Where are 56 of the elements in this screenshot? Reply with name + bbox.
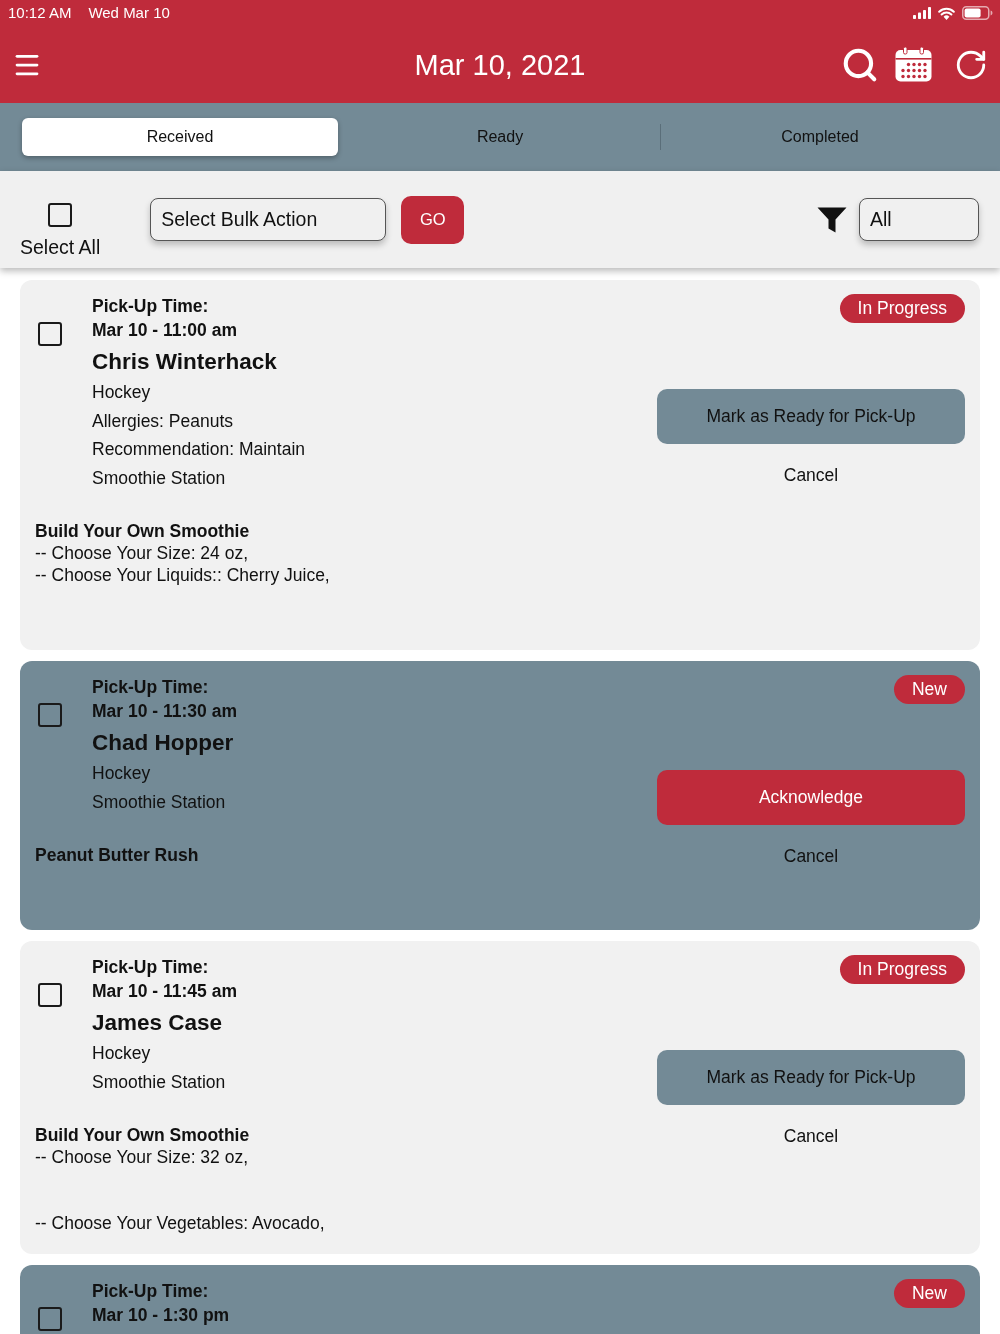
- header-title: Mar 10, 2021: [414, 47, 586, 83]
- order-checkbox[interactable]: [38, 1307, 62, 1331]
- tab[interactable]: Completed: [662, 118, 978, 156]
- item-name: Build Your Own Smoothie: [35, 520, 251, 542]
- item-option: -- Choose Your Vegetables: Avocado,: [35, 1212, 657, 1234]
- filter-select[interactable]: All: [859, 198, 979, 241]
- pickup-label: Pick-Up Time:: [92, 1280, 210, 1303]
- customer-name: Chris Winterhack: [92, 348, 278, 376]
- order-detail: Smoothie Station: [92, 1070, 227, 1094]
- customer-name: Chad Hopper: [92, 729, 235, 757]
- go-button[interactable]: GO: [401, 195, 465, 244]
- order-detail: Hockey: [92, 762, 152, 785]
- mark-ready-button[interactable]: Mark as Ready for Pick-Up: [657, 389, 965, 444]
- filter-icon[interactable]: [817, 206, 847, 233]
- pickup-time: Mar 10 - 1:30 pm: [92, 1304, 230, 1327]
- status-badge: In Progress: [839, 294, 965, 323]
- pickup-time: Mar 10 - 11:45 am: [92, 980, 237, 1003]
- calendar-icon[interactable]: [895, 47, 932, 82]
- order-detail: Hockey: [92, 1042, 152, 1065]
- item-name: Build Your Own Smoothie: [35, 1124, 251, 1146]
- status-badge: In Progress: [839, 955, 965, 984]
- tab[interactable]: Ready: [342, 118, 658, 156]
- pickup-time: Mar 10 - 11:00 am: [92, 319, 238, 342]
- pickup-time: Mar 10 - 11:30 am: [92, 700, 237, 723]
- cancel-button[interactable]: Cancel: [783, 464, 839, 486]
- order-checkbox[interactable]: [38, 322, 62, 346]
- tab[interactable]: Received: [22, 118, 338, 156]
- item-option: -- Choose Your Liquids:: Cherry Juice,: [35, 564, 657, 586]
- acknowledge-button[interactable]: Acknowledge: [657, 770, 965, 825]
- order-detail: Hockey: [92, 381, 152, 404]
- item-name: Peanut Butter Rush: [35, 844, 200, 866]
- order-detail: Allergies: Peanuts: [92, 409, 235, 433]
- item-option: -- Choose Your Size: 24 oz,: [35, 542, 657, 564]
- order-detail: Recommendation: Maintain: [92, 438, 306, 461]
- order-checkbox[interactable]: [38, 983, 62, 1007]
- battery-icon: [962, 6, 993, 20]
- mark-ready-button[interactable]: Mark as Ready for Pick-Up: [657, 1050, 965, 1105]
- signal-icon: [913, 7, 931, 19]
- status-badge: New: [894, 1279, 965, 1308]
- order-checkbox[interactable]: [38, 703, 62, 727]
- customer-name: James Case: [92, 1009, 224, 1037]
- status-date: Wed Mar 10: [88, 4, 170, 22]
- order-detail: Smoothie Station: [92, 790, 227, 814]
- select-all-checkbox[interactable]: [48, 203, 73, 227]
- pickup-label: Pick-Up Time:: [92, 956, 210, 979]
- order-detail: Smoothie Station: [92, 466, 227, 490]
- pickup-label: Pick-Up Time:: [92, 676, 210, 699]
- wifi-icon: [938, 6, 955, 20]
- pickup-label: Pick-Up Time:: [92, 295, 210, 318]
- bulk-action-select[interactable]: Select Bulk Action: [150, 198, 387, 241]
- select-all-label: Select All: [20, 236, 101, 258]
- cancel-button[interactable]: Cancel: [783, 845, 839, 867]
- item-option: -- Choose Your Size: 32 oz,: [35, 1146, 657, 1168]
- status-badge: New: [894, 675, 965, 704]
- status-time: 10:12 AM: [8, 4, 72, 22]
- cancel-button[interactable]: Cancel: [783, 1125, 839, 1147]
